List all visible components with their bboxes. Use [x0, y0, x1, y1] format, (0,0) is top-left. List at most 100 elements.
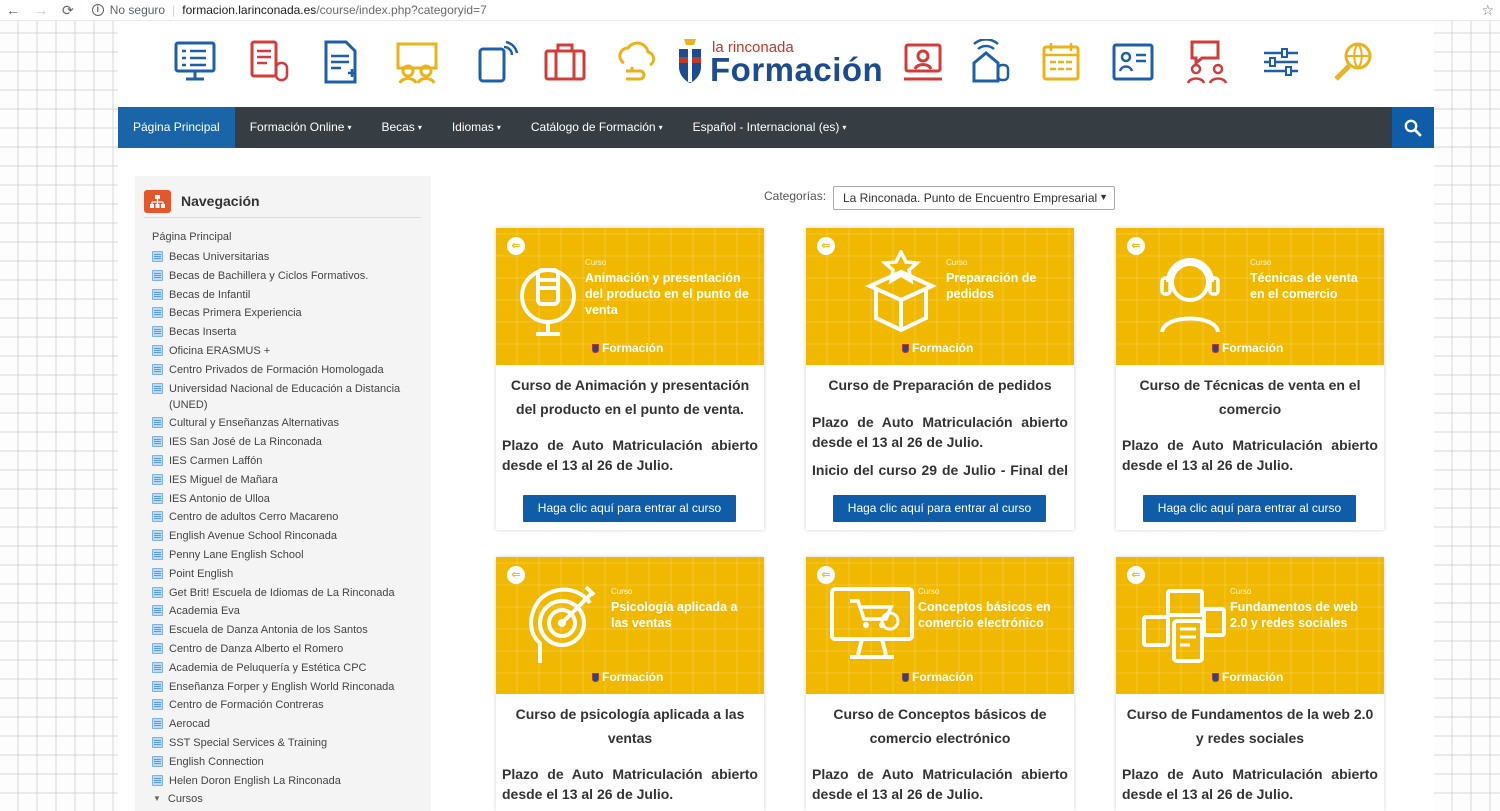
course-banner[interactable]: ⇐ Curso Psicología aplicada a las ventas…: [496, 557, 764, 694]
sidebar-item[interactable]: IES Carmen Laffón: [152, 453, 422, 469]
house-wifi-icon: [972, 39, 1010, 83]
course-title[interactable]: Curso de Preparación de pedidos: [811, 373, 1069, 397]
course-title[interactable]: Curso de Fundamentos de la web 2.0 y red…: [1121, 702, 1379, 750]
back-arrow-icon[interactable]: ←: [6, 2, 20, 19]
sidebar-item[interactable]: Becas de Infantil: [152, 287, 422, 303]
sidebar-item[interactable]: Becas de Bachillera y Ciclos Formativos.: [152, 268, 422, 284]
sidebar-item[interactable]: English Avenue School Rinconada: [152, 528, 422, 544]
nav-becas[interactable]: Becas ▾: [366, 107, 436, 148]
course-banner[interactable]: ⇐ Curso Técnicas de venta en el comercio…: [1116, 228, 1384, 365]
course-banner[interactable]: ⇐ Curso Conceptos básicos en comercio el…: [806, 557, 1074, 694]
address-bar[interactable]: formacion.larinconada.es/course/index.ph…: [182, 3, 487, 17]
course-banner[interactable]: ⇐ Curso Preparación de pedidos Formación: [806, 228, 1074, 365]
sidebar-item[interactable]: Centro de Formación Contreras: [152, 697, 422, 713]
sidebar-item[interactable]: Becas Universitarias: [152, 249, 422, 265]
sidebar-item-label: Aerocad: [169, 718, 210, 731]
nav-home[interactable]: Página Principal: [118, 107, 235, 148]
left-pattern-background: [0, 21, 118, 811]
enter-course-button[interactable]: Haga clic aquí para entrar al curso: [1143, 495, 1356, 522]
course-title[interactable]: Curso de Conceptos básicos de comercio e…: [811, 702, 1069, 750]
info-icon[interactable]: i: [91, 4, 104, 16]
sidebar-item[interactable]: Escuela de Danza Antonia de los Santos: [152, 622, 422, 638]
sidebar-item[interactable]: Academia Eva: [152, 603, 422, 619]
course-banner[interactable]: ⇐ Curso Animación y presentación del pro…: [496, 228, 764, 365]
bookmark-star-icon[interactable]: ☆: [1481, 2, 1494, 19]
course-enrollment-text: Plazo de Auto Matriculación abierto desd…: [502, 437, 758, 473]
nav-language[interactable]: Español - Internacional (es) ▾: [678, 107, 862, 148]
search-icon: [1404, 119, 1422, 136]
sidebar-item[interactable]: Centro de Danza Alberto el Romero: [152, 641, 422, 657]
folder-icon: [152, 454, 163, 466]
reload-icon[interactable]: ⟳: [62, 2, 74, 19]
nav-catalogo[interactable]: Catálogo de Formación ▾: [516, 107, 678, 148]
course-enrollment-text: Plazo de Auto Matriculación abierto desd…: [502, 766, 758, 802]
sidebar-item-label: Centro de Formación Contreras: [169, 699, 324, 712]
nav-formacion-online[interactable]: Formación Online ▾: [235, 107, 367, 148]
banner-logo: Formación: [902, 670, 973, 684]
sidebar-item[interactable]: Helen Doron English La Rinconada: [152, 773, 422, 789]
nav-label: Catálogo de Formación: [530, 120, 656, 134]
sidebar-item[interactable]: Cultural y Enseñanzas Alternativas: [152, 415, 422, 431]
banner-curso-label: Curso: [611, 587, 633, 596]
sitemap-icon: [144, 189, 171, 213]
sidebar-item[interactable]: Oficina ERASMUS +: [152, 343, 422, 359]
cloud-hand-icon: [618, 41, 656, 81]
sidebar-item[interactable]: Get Brit! Escuela de Idiomas de La Rinco…: [152, 585, 422, 601]
sidebar-item[interactable]: English Connection: [152, 754, 422, 770]
course-card[interactable]: ⇐ Curso Fundamentos de web 2.0 y redes s…: [1116, 557, 1384, 811]
sidebar-item[interactable]: Aerocad: [152, 716, 422, 732]
sidebar-item[interactable]: Becas Inserta: [152, 324, 422, 340]
sidebar-item[interactable]: SST Special Services & Training: [152, 735, 422, 751]
course-title[interactable]: Curso de Técnicas de venta en el comerci…: [1121, 373, 1379, 421]
nav-label: Formación Online: [249, 120, 345, 134]
sidebar-home-link[interactable]: Página Principal: [152, 231, 232, 243]
url-path: /course/index.php?categoryid=7: [316, 3, 487, 17]
folder-icon: [152, 326, 163, 338]
sidebar-item[interactable]: Centro Privados de Formación Homologada: [152, 362, 422, 378]
sidebar-item[interactable]: Academia de Peluquería y Estética CPC: [152, 660, 422, 676]
sidebar-item[interactable]: IES Miguel de Mañara: [152, 472, 422, 488]
enter-arrow-icon: ⇐: [507, 566, 525, 584]
nav-idiomas[interactable]: Idiomas ▾: [437, 107, 516, 148]
sidebar-item[interactable]: Enseñanza Forper y English World Rincona…: [152, 679, 422, 695]
banner-logo: Formación: [902, 341, 973, 355]
banner-title: Preparación de pedidos: [946, 271, 1037, 301]
course-title[interactable]: Curso de psicología aplicada a las venta…: [501, 702, 759, 750]
sidebar-item[interactable]: IES San José de La Rinconada: [152, 434, 422, 450]
headset-person-icon: [1160, 258, 1220, 333]
sidebar-item-label: Becas de Infantil: [169, 288, 251, 301]
course-card[interactable]: ⇐ Curso Psicología aplicada a las ventas…: [496, 557, 764, 811]
course-card[interactable]: ⇐ Curso Preparación de pedidos Formación…: [806, 228, 1074, 530]
brand-title: Formación: [710, 51, 884, 88]
course-card[interactable]: ⇐ Curso Técnicas de venta en el comercio…: [1116, 228, 1384, 530]
sidebar-item[interactable]: Becas Primera Experiencia: [152, 305, 422, 321]
search-button[interactable]: [1392, 107, 1434, 148]
sidebar-item-label: Cultural y Enseñanzas Alternativas: [169, 417, 339, 430]
folder-icon: [152, 344, 163, 356]
sidebar-item[interactable]: Universidad Nacional de Educación a Dist…: [152, 381, 422, 413]
banner-curso-label: Curso: [918, 587, 940, 596]
sidebar-item-label: Becas Inserta: [169, 326, 237, 339]
course-card[interactable]: ⇐ Curso Animación y presentación del pro…: [496, 228, 764, 530]
folder-icon: [152, 661, 163, 673]
banner-logo: Formación: [1212, 341, 1283, 355]
course-card[interactable]: ⇐ Curso Conceptos básicos en comercio el…: [806, 557, 1074, 811]
course-title[interactable]: Curso de Animación y presentación del pr…: [501, 373, 759, 421]
forward-arrow-icon[interactable]: →: [34, 2, 48, 19]
sidebar-item-cursos[interactable]: ▼ Cursos: [152, 791, 422, 807]
enter-course-button[interactable]: Haga clic aquí para entrar al curso: [833, 495, 1046, 522]
id-board-icon: [1112, 43, 1154, 81]
enter-course-button[interactable]: Haga clic aquí para entrar al curso: [523, 495, 736, 522]
course-banner[interactable]: ⇐ Curso Fundamentos de web 2.0 y redes s…: [1116, 557, 1384, 694]
sidebar-item[interactable]: IES Antonio de Ulloa: [152, 491, 422, 507]
sidebar-item-label: English Avenue School Rinconada: [169, 530, 337, 543]
sidebar-list: Becas Universitarias Becas de Bachillera …: [152, 249, 422, 810]
caret-down-icon: ▾: [658, 123, 663, 132]
sidebar-item-label: Centro de Danza Alberto el Romero: [169, 642, 344, 655]
categories-select[interactable]: La Rinconada. Punto de Encuentro Empresa…: [833, 186, 1115, 210]
sidebar-item[interactable]: Penny Lane English School: [152, 547, 422, 563]
sidebar-item[interactable]: Point English: [152, 566, 422, 582]
brand-logo[interactable]: la rinconada Formación: [676, 37, 883, 91]
browser-nav: ← → ⟳: [6, 2, 74, 19]
sidebar-item[interactable]: Centro de adultos Cerro Macareno: [152, 509, 422, 525]
